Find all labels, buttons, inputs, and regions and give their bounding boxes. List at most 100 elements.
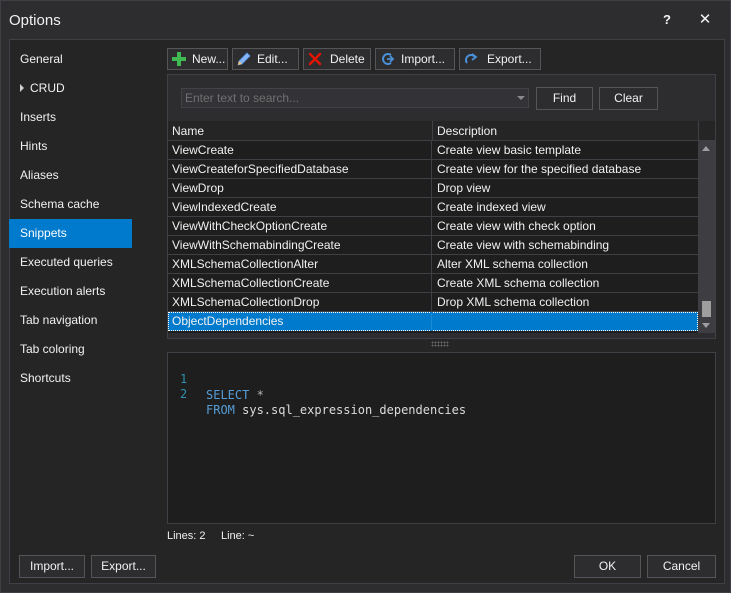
snippet-description: Create view for the specified database (437, 162, 642, 176)
snippet-name: ViewWithSchemabindingCreate (168, 236, 432, 255)
code-editor[interactable]: 1 SELECT * 2 FROM sys.sql_expression_dep… (167, 352, 716, 524)
dialog-title: Options (9, 12, 61, 29)
close-button[interactable]: ✕ (695, 10, 715, 30)
line-number: 2 (180, 387, 188, 401)
x-icon (308, 52, 322, 66)
nav-item-label: Inserts (20, 110, 57, 124)
nav-item-label: Schema cache (20, 197, 100, 211)
snippet-description: Drop XML schema collection (437, 295, 590, 309)
nav-item-inserts[interactable]: Inserts (9, 103, 132, 132)
column-header-name[interactable]: Name (168, 121, 432, 141)
code-text: FROM sys.sql_expression_dependencies (206, 402, 466, 418)
sql-identifier: sys.sql_expression_dependencies (234, 403, 467, 417)
nav-item-shortcuts[interactable]: Shortcuts (9, 364, 132, 393)
clear-button[interactable]: Clear (599, 87, 658, 110)
nav-item-label: Aliases (20, 168, 59, 182)
import-button-label: Import... (401, 52, 446, 66)
pencil-icon (237, 52, 251, 66)
snippet-description: Alter XML schema collection (437, 257, 588, 271)
snippet-description: Create view basic template (437, 143, 582, 157)
nav-item-label: Executed queries (20, 255, 113, 269)
snippet-description: Create view with schemabinding (437, 238, 610, 252)
code-line: 1 SELECT * (168, 355, 264, 402)
sql-operator: * (249, 388, 264, 402)
table-row[interactable]: ViewCreateforSpecifiedDatabase Create vie… (168, 160, 698, 179)
nav-item-label: General (20, 52, 63, 66)
nav-item-aliases[interactable]: Aliases (9, 161, 132, 190)
expand-arrow-icon[interactable] (20, 84, 24, 92)
nav-item-executed-queries[interactable]: Executed queries (9, 248, 132, 277)
search-input[interactable]: Enter text to search... (181, 88, 529, 108)
edit-button[interactable]: Edit... (232, 48, 299, 70)
snippet-name: ViewCreate (168, 141, 432, 160)
nav-item-label: Snippets (20, 226, 67, 240)
title-bar[interactable]: Options ? ✕ (1, 1, 730, 39)
snippet-name: XMLSchemaCollectionDrop (168, 293, 432, 312)
snippet-description (433, 312, 698, 331)
snippet-name: ObjectDependencies (168, 312, 432, 331)
cancel-button[interactable]: Cancel (647, 555, 716, 578)
nav-item-hints[interactable]: Hints (9, 132, 132, 161)
dropdown-arrow-icon[interactable] (517, 96, 525, 100)
table-row[interactable]: ViewDrop Drop view (168, 179, 698, 198)
nav-item-label: Tab navigation (20, 313, 98, 327)
nav-item-general[interactable]: General (9, 45, 132, 74)
grid-header: Name Description (168, 121, 715, 141)
splitter-grip[interactable] (431, 341, 449, 347)
scroll-down-icon[interactable] (702, 323, 710, 328)
snippet-description: Create view with check option (437, 219, 596, 233)
snippets-grid: Name Description ViewCreate Create view b… (168, 121, 715, 333)
snippet-description: Create indexed view (437, 200, 546, 214)
ok-button[interactable]: OK (574, 555, 641, 578)
snippet-description: Create XML schema collection (437, 276, 600, 290)
code-text: SELECT * (206, 387, 264, 403)
snippet-name: XMLSchemaCollectionCreate (168, 274, 432, 293)
scroll-up-icon[interactable] (702, 146, 710, 151)
import-arrow-icon (382, 53, 395, 65)
nav-item-crud[interactable]: CRUD (9, 74, 132, 103)
nav-item-schema-cache[interactable]: Schema cache (9, 190, 132, 219)
nav-item-label: Shortcuts (20, 371, 71, 385)
help-button[interactable]: ? (658, 10, 676, 30)
plus-icon (172, 52, 186, 66)
table-row-selected[interactable]: ObjectDependencies (168, 312, 698, 331)
snippet-name: XMLSchemaCollectionAlter (168, 255, 432, 274)
table-row[interactable]: XMLSchemaCollectionCreate Create XML sche… (168, 274, 698, 293)
new-button-label: New... (192, 52, 226, 66)
nav-item-tab-coloring[interactable]: Tab coloring (9, 335, 132, 364)
nav-item-execution-alerts[interactable]: Execution alerts (9, 277, 132, 306)
export-button[interactable]: Export... (459, 48, 541, 70)
column-header-description[interactable]: Description (433, 121, 698, 141)
delete-button[interactable]: Delete (303, 48, 371, 70)
footer-export-button[interactable]: Export... (91, 555, 156, 578)
nav-item-label: Tab coloring (20, 342, 85, 356)
code-line: 2 FROM sys.sql_expression_dependencies (168, 370, 466, 417)
new-button[interactable]: New... (167, 48, 228, 70)
export-button-label: Export... (487, 52, 532, 66)
snippet-name: ViewWithCheckOptionCreate (168, 217, 432, 236)
current-line: Line: ~ (221, 530, 255, 542)
column-separator[interactable] (698, 121, 699, 141)
import-button[interactable]: Import... (375, 48, 455, 70)
table-row[interactable]: ViewWithSchemabindingCreate Create view w… (168, 236, 698, 255)
find-button[interactable]: Find (536, 87, 593, 110)
nav-item-label: CRUD (30, 81, 65, 95)
sql-keyword: FROM (206, 403, 235, 417)
table-row[interactable]: ViewCreate Create view basic template (168, 141, 698, 160)
table-row[interactable]: XMLSchemaCollectionAlter Alter XML schema… (168, 255, 698, 274)
snippet-name: ViewDrop (168, 179, 432, 198)
scrollbar-thumb[interactable] (702, 301, 711, 317)
search-placeholder: Enter text to search... (185, 91, 300, 105)
nav-item-tab-navigation[interactable]: Tab navigation (9, 306, 132, 335)
export-arrow-icon (465, 53, 478, 64)
footer-import-button[interactable]: Import... (19, 555, 85, 578)
nav-item-snippets[interactable]: Snippets (9, 219, 132, 248)
table-row[interactable]: XMLSchemaCollectionDrop Drop XML schema c… (168, 293, 698, 312)
grid-scrollbar[interactable] (698, 141, 715, 333)
table-row[interactable]: ViewWithCheckOptionCreate Create view wit… (168, 217, 698, 236)
edit-button-label: Edit... (257, 52, 288, 66)
delete-button-label: Delete (330, 52, 365, 66)
table-row[interactable]: ViewIndexedCreate Create indexed view (168, 198, 698, 217)
nav-item-label: Hints (20, 139, 48, 153)
snippet-description: Drop view (437, 181, 491, 195)
